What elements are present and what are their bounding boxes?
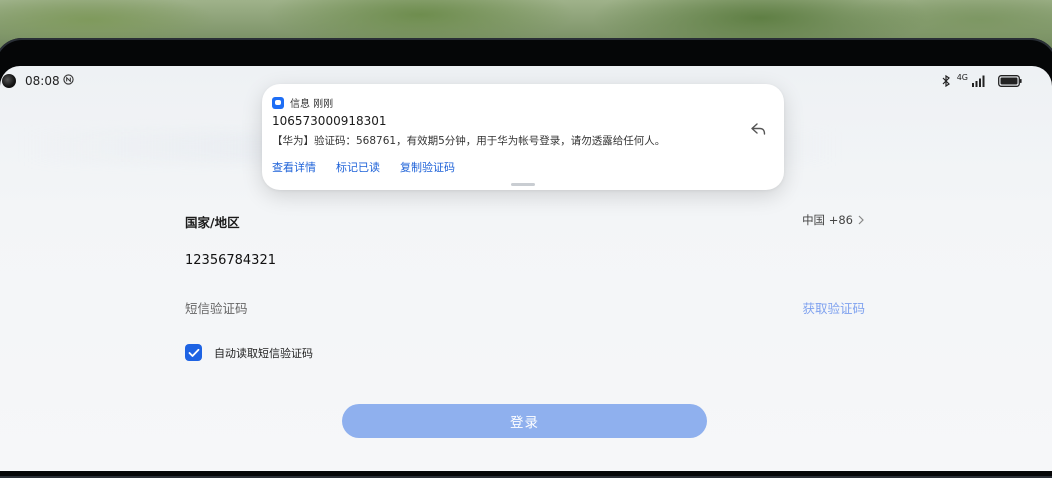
- screen: 08:08 4G 信息 刚刚 106573000918301 【华为】验证码：5…: [0, 66, 1052, 471]
- notification-app-name: 信息 刚刚: [290, 99, 334, 110]
- notification-header: 信息 刚刚: [272, 95, 333, 110]
- country-code-value: 中国 +86: [802, 213, 853, 227]
- notification-body: 【华为】验证码：568761，有效期5分钟，用于华为帐号登录，请勿透露给任何人。: [272, 135, 666, 147]
- network-type-label: 4G: [956, 73, 968, 82]
- get-code-button[interactable]: 获取验证码: [802, 298, 865, 317]
- country-region-selector[interactable]: 中国 +86: [802, 212, 865, 228]
- status-icons: 4G: [939, 73, 1022, 87]
- chevron-right-icon: [858, 215, 864, 225]
- notification-drag-handle[interactable]: [511, 183, 535, 186]
- phone-number-field[interactable]: 12356784321: [185, 253, 865, 268]
- login-button[interactable]: 登录: [342, 404, 707, 438]
- mark-read-button[interactable]: 标记已读: [336, 159, 380, 175]
- copy-code-button[interactable]: 复制验证码: [400, 159, 455, 175]
- auto-read-label: 自动读取短信验证码: [214, 346, 313, 360]
- nfc-icon: [63, 74, 74, 85]
- country-region-row[interactable]: 国家/地区 中国 +86: [185, 212, 865, 231]
- view-details-button[interactable]: 查看详情: [272, 159, 316, 175]
- front-camera: [2, 74, 16, 88]
- notification-actions: 查看详情 标记已读 复制验证码: [272, 159, 455, 175]
- messages-app-icon: [272, 96, 284, 109]
- country-region-label: 国家/地区: [185, 215, 240, 230]
- notification-sender: 106573000918301: [272, 114, 387, 128]
- reply-icon[interactable]: [750, 122, 766, 136]
- sms-notification[interactable]: 信息 刚刚 106573000918301 【华为】验证码：568761，有效期…: [262, 84, 784, 190]
- sms-code-row: 短信验证码 获取验证码: [185, 298, 865, 317]
- auto-read-option[interactable]: 自动读取短信验证码: [185, 344, 313, 361]
- checkmark-icon: [188, 348, 199, 357]
- battery-icon: [998, 75, 1022, 87]
- status-time: 08:08: [25, 74, 60, 88]
- sms-code-input[interactable]: 短信验证码: [185, 301, 248, 316]
- auto-read-checkbox[interactable]: [185, 344, 202, 361]
- signal-icon: [972, 75, 985, 87]
- bluetooth-icon: [942, 75, 950, 87]
